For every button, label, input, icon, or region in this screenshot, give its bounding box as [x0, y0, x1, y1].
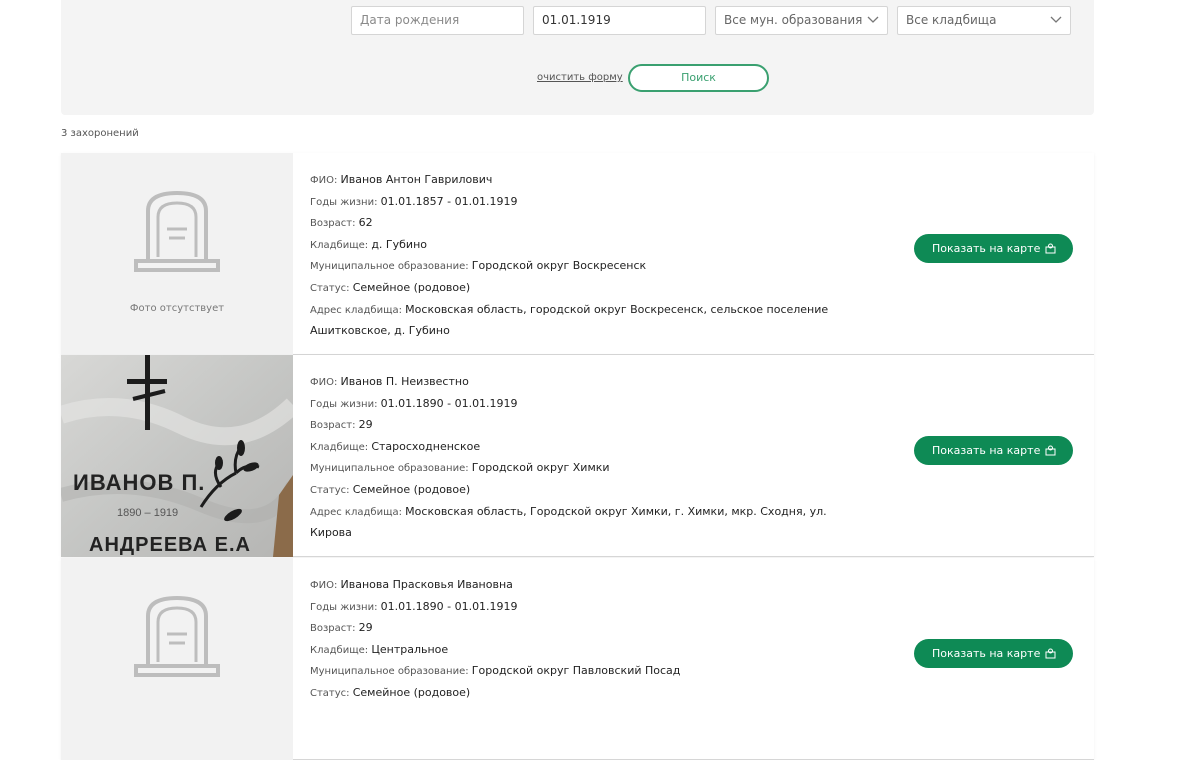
- years-row: Годы жизни: 01.01.1890 - 01.01.1919: [310, 394, 870, 416]
- cemetery-value: д. Губино: [371, 237, 427, 251]
- municipality-value: Городской округ Павловский Посад: [471, 664, 681, 678]
- results-count: 3 захоронений: [61, 128, 139, 139]
- age-value: 29: [358, 418, 373, 432]
- municipality-row: Муниципальное образование: Городской окр…: [310, 256, 870, 278]
- map-icon: [1045, 243, 1056, 254]
- grave-photo: ИВАНОВ П. 1890 – 1919 АНДРЕЕВА Е.А: [61, 355, 293, 557]
- address-label: Адрес кладбища:: [310, 304, 406, 316]
- cemetery-label: Кладбище:: [310, 239, 372, 251]
- status-value: Семейное (родовое): [352, 482, 471, 496]
- cemetery-select[interactable]: Все кладбища: [897, 6, 1071, 35]
- municipality-row: Муниципальное образование: Городской окр…: [310, 661, 870, 683]
- cemetery-row: Кладбище: Старосходненское: [310, 437, 870, 459]
- chevron-down-icon: [867, 16, 879, 23]
- chevron-down-icon: [1050, 16, 1062, 23]
- gravestone-icon: [134, 190, 220, 272]
- municipality-label: Муниципальное образование:: [310, 261, 472, 273]
- burial-card: ФИО: Иванова Прасковья Ивановна Годы жиз…: [61, 558, 1094, 760]
- years-value: 01.01.1857 - 01.01.1919: [380, 194, 518, 208]
- cemetery-label: Кладбище:: [310, 644, 372, 656]
- photo-placeholder: Фото отсутствует: [61, 153, 293, 355]
- gravestone-icon: [134, 595, 220, 677]
- photo-placeholder: [61, 558, 293, 760]
- death-date-field[interactable]: 01.01.1919: [533, 6, 706, 35]
- grave-photo-image: ИВАНОВ П. 1890 – 1919 АНДРЕЕВА Е.А: [61, 355, 293, 557]
- age-value: 29: [358, 621, 373, 635]
- years-label: Годы жизни:: [310, 398, 381, 410]
- burial-info: ФИО: Иванов П. Неизвестно Годы жизни: 01…: [310, 372, 870, 544]
- fio-value: Иванов П. Неизвестно: [340, 375, 469, 388]
- address-row: Адрес кладбища: Московская область, Горо…: [310, 502, 870, 544]
- show-on-map-label: Показать на карте: [932, 444, 1041, 457]
- address-row: Адрес кладбища: Московская область, горо…: [310, 300, 870, 342]
- status-value: Семейное (родовое): [352, 280, 471, 294]
- years-label: Годы жизни:: [310, 196, 381, 208]
- fio-row: ФИО: Иванов Антон Гаврилович: [310, 170, 870, 192]
- status-row: Статус: Семейное (родовое): [310, 480, 870, 502]
- cemetery-row: Кладбище: д. Губино: [310, 235, 870, 257]
- fio-value: Иванов Антон Гаврилович: [340, 173, 493, 186]
- age-value: 62: [358, 216, 373, 230]
- status-label: Статус:: [310, 282, 353, 294]
- years-value: 01.01.1890 - 01.01.1919: [380, 599, 518, 613]
- municipality-select[interactable]: Все мун. образования: [715, 6, 888, 35]
- age-label: Возраст:: [310, 420, 359, 432]
- burial-card: ИВАНОВ П. 1890 – 1919 АНДРЕЕВА Е.А ФИО: …: [61, 355, 1094, 557]
- cemetery-select-value: Все кладбища: [906, 13, 997, 27]
- photo-other-name-text: АНДРЕЕВА Е.А: [89, 534, 251, 556]
- birth-date-field[interactable]: Дата рождения: [351, 6, 524, 35]
- cemetery-row: Кладбище: Центральное: [310, 640, 870, 662]
- show-on-map-button[interactable]: Показать на карте: [914, 234, 1073, 263]
- fio-row: ФИО: Иванова Прасковья Ивановна: [310, 575, 870, 597]
- photo-dates-text: 1890 – 1919: [117, 507, 178, 519]
- age-label: Возраст:: [310, 218, 359, 230]
- fio-label: ФИО:: [310, 377, 341, 388]
- show-on-map-label: Показать на карте: [932, 647, 1041, 660]
- no-photo-label: Фото отсутствует: [129, 303, 225, 314]
- burial-info: ФИО: Иванов Антон Гаврилович Годы жизни:…: [310, 170, 870, 342]
- map-icon: [1045, 445, 1056, 456]
- years-value: 01.01.1890 - 01.01.1919: [380, 396, 518, 410]
- years-row: Годы жизни: 01.01.1857 - 01.01.1919: [310, 192, 870, 214]
- age-row: Возраст: 29: [310, 415, 870, 437]
- burial-card: Фото отсутствует ФИО: Иванов Антон Гаври…: [61, 153, 1094, 355]
- burial-info: ФИО: Иванова Прасковья Ивановна Годы жиз…: [310, 575, 870, 705]
- cemetery-value: Центральное: [371, 642, 449, 656]
- cemetery-label: Кладбище:: [310, 441, 372, 453]
- status-row: Статус: Семейное (родовое): [310, 683, 870, 705]
- fio-row: ФИО: Иванов П. Неизвестно: [310, 372, 870, 394]
- municipality-value: Городской округ Воскресенск: [471, 259, 647, 273]
- status-row: Статус: Семейное (родовое): [310, 278, 870, 300]
- show-on-map-label: Показать на карте: [932, 242, 1041, 255]
- fio-label: ФИО:: [310, 580, 341, 591]
- years-label: Годы жизни:: [310, 601, 381, 613]
- fio-value: Иванова Прасковья Ивановна: [340, 578, 513, 591]
- age-label: Возраст:: [310, 623, 359, 635]
- clear-form-link[interactable]: очистить форму: [537, 72, 623, 83]
- municipality-value: Городской округ Химки: [471, 461, 610, 475]
- address-label: Адрес кладбища:: [310, 506, 406, 518]
- fio-label: ФИО:: [310, 175, 341, 186]
- municipality-row: Муниципальное образование: Городской окр…: [310, 458, 870, 480]
- municipality-label: Муниципальное образование:: [310, 666, 472, 678]
- status-value: Семейное (родовое): [352, 685, 471, 699]
- years-row: Годы жизни: 01.01.1890 - 01.01.1919: [310, 597, 870, 619]
- map-icon: [1045, 648, 1056, 659]
- search-panel: Дата рождения 01.01.1919 Все мун. образо…: [61, 0, 1094, 115]
- photo-name-text: ИВАНОВ П.: [73, 470, 205, 495]
- show-on-map-button[interactable]: Показать на карте: [914, 639, 1073, 668]
- cemetery-value: Старосходненское: [371, 439, 481, 453]
- age-row: Возраст: 62: [310, 213, 870, 235]
- status-label: Статус:: [310, 687, 353, 699]
- municipality-label: Муниципальное образование:: [310, 463, 472, 475]
- search-button[interactable]: Поиск: [628, 64, 769, 92]
- show-on-map-button[interactable]: Показать на карте: [914, 436, 1073, 465]
- status-label: Статус:: [310, 484, 353, 496]
- municipality-select-value: Все мун. образования: [724, 13, 863, 27]
- age-row: Возраст: 29: [310, 618, 870, 640]
